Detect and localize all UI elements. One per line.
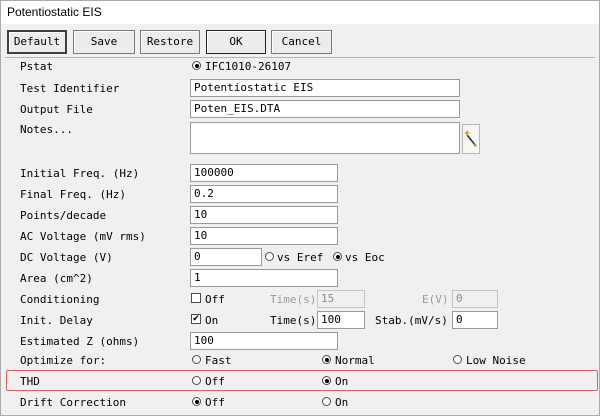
thd-label: THD [20,375,40,388]
drift-on-label: On [335,396,349,409]
ac-voltage-label: AC Voltage (mV rms) [20,230,146,243]
init-delay-label: Init. Delay [20,314,93,327]
conditioning-time-label: Time(s) [270,293,317,306]
window-title: Potentiostatic EIS [1,1,599,24]
init-delay-check-label: On [205,314,219,327]
estimated-z-label: Estimated Z (ohms) [20,335,140,348]
cancel-button[interactable]: Cancel [271,30,332,54]
optimize-label: Optimize for: [20,354,107,367]
test-identifier-label: Test Identifier [20,82,120,95]
area-input[interactable]: 1 [190,269,338,287]
ac-voltage-input[interactable]: 10 [190,227,338,245]
conditioning-e-label: E(V) [422,293,449,306]
restore-button[interactable]: Restore [140,30,200,54]
final-freq-input[interactable]: 0.2 [190,185,338,203]
thd-on-radio[interactable] [322,376,331,385]
dialog-window: Potentiostatic EIS Default Save Restore … [0,0,600,416]
dc-vs-eref-label: vs Eref [277,251,324,264]
points-decade-label: Points/decade [20,209,107,222]
dc-voltage-input[interactable]: 0 [190,248,262,266]
optimize-normal-radio[interactable] [322,355,331,364]
ok-button[interactable]: OK [206,30,266,54]
drift-correction-label: Drift Correction [20,396,126,409]
conditioning-check-label: Off [205,293,225,306]
wand-icon [464,130,477,147]
optimize-fast-label: Fast [205,354,232,367]
conditioning-e-input[interactable]: 0 [452,290,498,308]
conditioning-label: Conditioning [20,293,100,306]
dc-vs-eoc-label: vs Eoc [345,251,385,264]
init-delay-stab-input[interactable]: 0 [452,311,498,329]
conditioning-time-input[interactable]: 15 [317,290,365,308]
optimize-low-noise-label: Low Noise [466,354,526,367]
toolbar-divider [5,57,595,58]
optimize-fast-radio[interactable] [192,355,201,364]
initial-freq-label: Initial Freq. (Hz) [20,167,140,180]
pstat-label: Pstat [20,60,54,73]
optimize-normal-label: Normal [335,354,375,367]
init-delay-time-label: Time(s) [270,314,317,327]
thd-row-highlight [6,370,598,391]
dc-vs-eref-radio[interactable] [265,252,274,261]
output-file-input[interactable]: Poten_EIS.DTA [190,100,460,118]
thd-on-label: On [335,375,349,388]
pstat-radio[interactable] [192,61,201,70]
drift-off-label: Off [205,396,225,409]
initial-freq-input[interactable]: 100000 [190,164,338,182]
output-file-label: Output File [20,103,93,116]
final-freq-label: Final Freq. (Hz) [20,188,126,201]
notes-label: Notes... [20,123,73,136]
init-delay-time-input[interactable]: 100 [317,311,365,329]
thd-off-radio[interactable] [192,376,201,385]
notes-textarea[interactable] [190,122,460,154]
save-button[interactable]: Save [73,30,135,54]
init-delay-checkbox[interactable]: ✔ [191,314,201,324]
conditioning-checkbox[interactable] [191,293,201,303]
drift-off-radio[interactable] [192,397,201,406]
init-delay-stab-label: Stab.(mV/s) [375,314,448,327]
optimize-low-noise-radio[interactable] [453,355,462,364]
default-button[interactable]: Default [7,30,67,54]
drift-on-radio[interactable] [322,397,331,406]
estimated-z-input[interactable]: 100 [190,332,338,350]
test-identifier-input[interactable]: Potentiostatic EIS [190,79,460,97]
points-decade-input[interactable]: 10 [190,206,338,224]
notes-editor-button[interactable] [462,124,480,154]
pstat-value: IFC1010-26107 [205,60,292,73]
dc-voltage-label: DC Voltage (V) [20,251,113,264]
area-label: Area (cm^2) [20,272,93,285]
dc-vs-eoc-radio[interactable] [333,252,342,261]
thd-off-label: Off [205,375,225,388]
